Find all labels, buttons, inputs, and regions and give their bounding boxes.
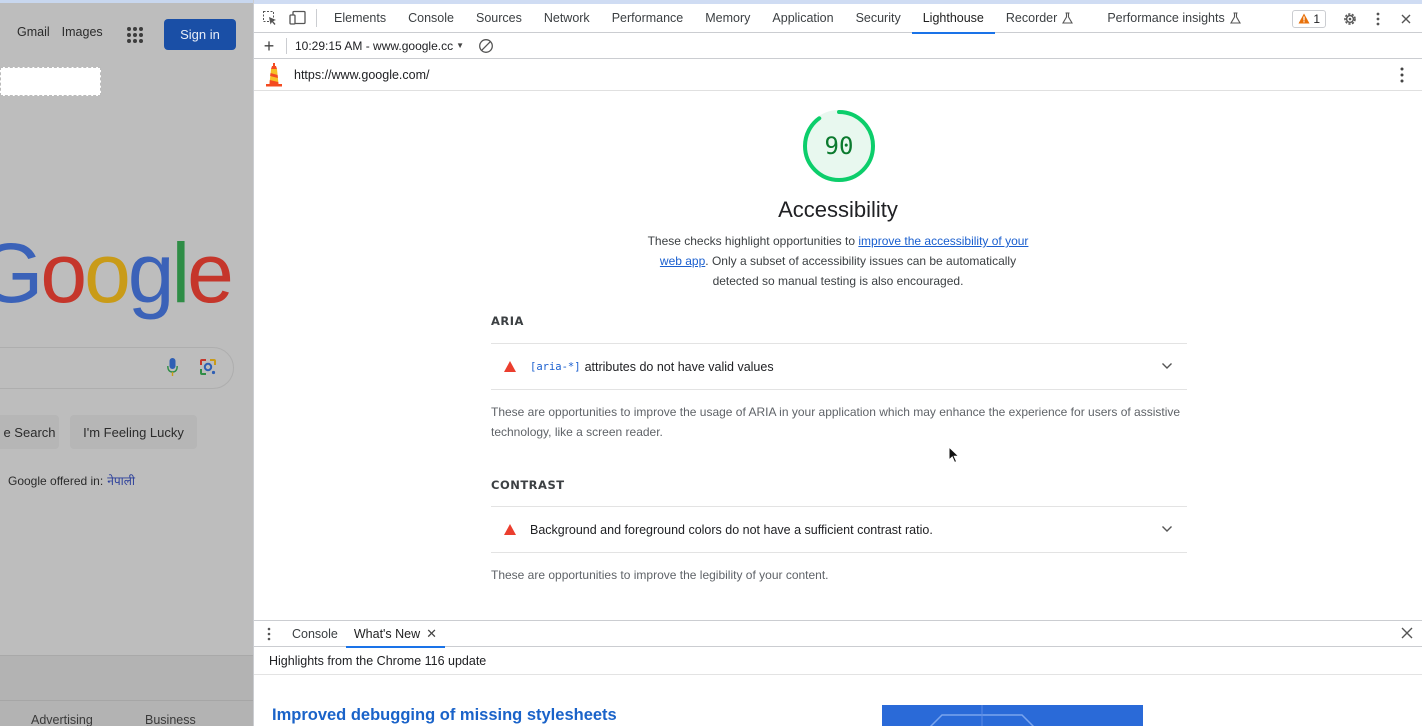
drawer-tab-console[interactable]: Console — [284, 621, 346, 647]
group-description: These are opportunities to improve the l… — [491, 568, 829, 582]
tab-elements[interactable]: Elements — [323, 4, 397, 33]
audit-title: attributes do not have valid values — [584, 359, 774, 374]
warning-count: 1 — [1313, 11, 1320, 26]
close-tab-icon[interactable]: ✕ — [426, 626, 437, 642]
tab-memory[interactable]: Memory — [694, 4, 761, 33]
google-search-button[interactable]: e Search — [0, 415, 59, 449]
offered-in: Google offered in: नेपाली — [8, 472, 135, 489]
clear-reports-icon[interactable] — [478, 38, 494, 54]
inspect-element-icon[interactable] — [256, 4, 284, 32]
issues-warning-badge[interactable]: 1 — [1292, 9, 1326, 28]
language-link[interactable]: नेपाली — [107, 474, 135, 488]
lens-camera-icon[interactable] — [198, 357, 218, 377]
apps-grid-icon[interactable] — [127, 27, 143, 43]
highlight-overlay — [0, 67, 101, 96]
drawer-tab-label: What's New — [353, 626, 421, 641]
footer: Advertising Business — [0, 655, 253, 726]
more-options-icon[interactable] — [1364, 5, 1392, 33]
audit-group-aria: ARIA [aria-*] attributes do not have val… — [491, 314, 1187, 439]
top-links: Gmail Images — [17, 25, 103, 39]
whats-new-subtitle: Highlights from the Chrome 116 update — [254, 647, 1422, 675]
group-title: ARIA — [491, 314, 524, 328]
whats-new-headline[interactable]: Improved debugging of missing stylesheet… — [272, 706, 617, 725]
experimental-flask-icon — [1062, 12, 1074, 24]
device-toolbar-icon[interactable] — [284, 4, 312, 32]
new-report-plus-icon[interactable]: + — [254, 37, 284, 55]
category-description: These checks highlight opportunities to … — [647, 234, 1029, 288]
devtools-panel: Elements Console Sources Network Perform… — [253, 0, 1422, 726]
audit-code: [aria-*] — [530, 360, 581, 373]
tab-performance-insights[interactable]: Performance insights — [1096, 4, 1251, 33]
tab-security[interactable]: Security — [845, 4, 912, 33]
tab-application[interactable]: Application — [761, 4, 844, 33]
audit-row-color-contrast[interactable]: Background and foreground colors do not … — [491, 506, 1187, 553]
tab-console[interactable]: Console — [397, 4, 465, 33]
tab-performance[interactable]: Performance — [601, 4, 695, 33]
drawer-tabbar: Console What's New ✕ — [254, 620, 1422, 648]
category-title: Accessibility — [778, 197, 898, 222]
lighthouse-logo-icon — [266, 62, 282, 86]
lighthouse-toolbar: + 10:29:15 AM - www.google.cc ▼ — [254, 33, 1422, 59]
group-title: CONTRAST — [491, 478, 565, 492]
report-url-bar: https://www.google.com/ — [254, 59, 1422, 91]
report-menu-icon[interactable] — [1400, 67, 1404, 83]
audit-row-aria-valid-values[interactable]: [aria-*] attributes do not have valid va… — [491, 343, 1187, 390]
group-description: These are opportunities to improve the u… — [491, 405, 1181, 439]
tab-recorder[interactable]: Recorder — [995, 4, 1084, 33]
whats-new-content: Improved debugging of missing stylesheet… — [254, 675, 1422, 726]
score-value: 90 — [824, 132, 854, 160]
audit-title: Background and foreground colors do not … — [530, 522, 933, 537]
close-drawer-icon[interactable] — [1400, 626, 1414, 640]
offered-in-label: Google offered in: — [8, 474, 104, 488]
feeling-lucky-button[interactable]: I'm Feeling Lucky — [70, 415, 197, 449]
fail-triangle-icon — [504, 524, 516, 535]
drawer-tab-whats-new[interactable]: What's New ✕ — [345, 621, 446, 648]
sign-in-button[interactable]: Sign in — [164, 19, 236, 50]
google-logo: Google — [0, 226, 234, 320]
mouse-cursor-icon — [948, 446, 960, 464]
tab-performance-insights-label: Performance insights — [1107, 11, 1225, 25]
dropdown-caret-icon: ▼ — [456, 41, 465, 50]
experimental-flask-icon — [1229, 12, 1241, 24]
report-selector-label: 10:29:15 AM - www.google.cc — [295, 38, 454, 53]
chevron-down-icon — [1162, 363, 1172, 369]
google-homepage: Gmail Images Sign in Google e Search I'm… — [0, 0, 253, 726]
close-devtools-icon[interactable] — [1392, 5, 1420, 33]
report-selector[interactable]: 10:29:15 AM - www.google.cc ▼ — [295, 39, 464, 53]
drawer-menu-icon[interactable] — [254, 620, 284, 647]
warning-icon — [1298, 13, 1310, 24]
lighthouse-report: 90 Accessibility These checks highlight … — [254, 91, 1422, 620]
feature-illustration — [882, 705, 1143, 726]
settings-gear-icon[interactable] — [1336, 5, 1364, 33]
microphone-icon[interactable] — [167, 358, 178, 378]
tab-lighthouse[interactable]: Lighthouse — [911, 4, 996, 34]
audit-group-contrast: CONTRAST Background and foreground color… — [491, 478, 1187, 582]
images-link[interactable]: Images — [62, 25, 103, 39]
tab-network[interactable]: Network — [533, 4, 601, 33]
advertising-link[interactable]: Advertising — [31, 713, 93, 726]
gmail-link[interactable]: Gmail — [17, 25, 50, 39]
report-url: https://www.google.com/ — [294, 67, 430, 82]
business-link[interactable]: Business — [145, 713, 196, 726]
devtools-tabbar: Elements Console Sources Network Perform… — [254, 0, 1422, 34]
chevron-down-icon — [1162, 526, 1172, 532]
tab-sources[interactable]: Sources — [465, 4, 533, 33]
tab-recorder-label: Recorder — [1005, 11, 1058, 25]
fail-triangle-icon — [504, 361, 516, 372]
